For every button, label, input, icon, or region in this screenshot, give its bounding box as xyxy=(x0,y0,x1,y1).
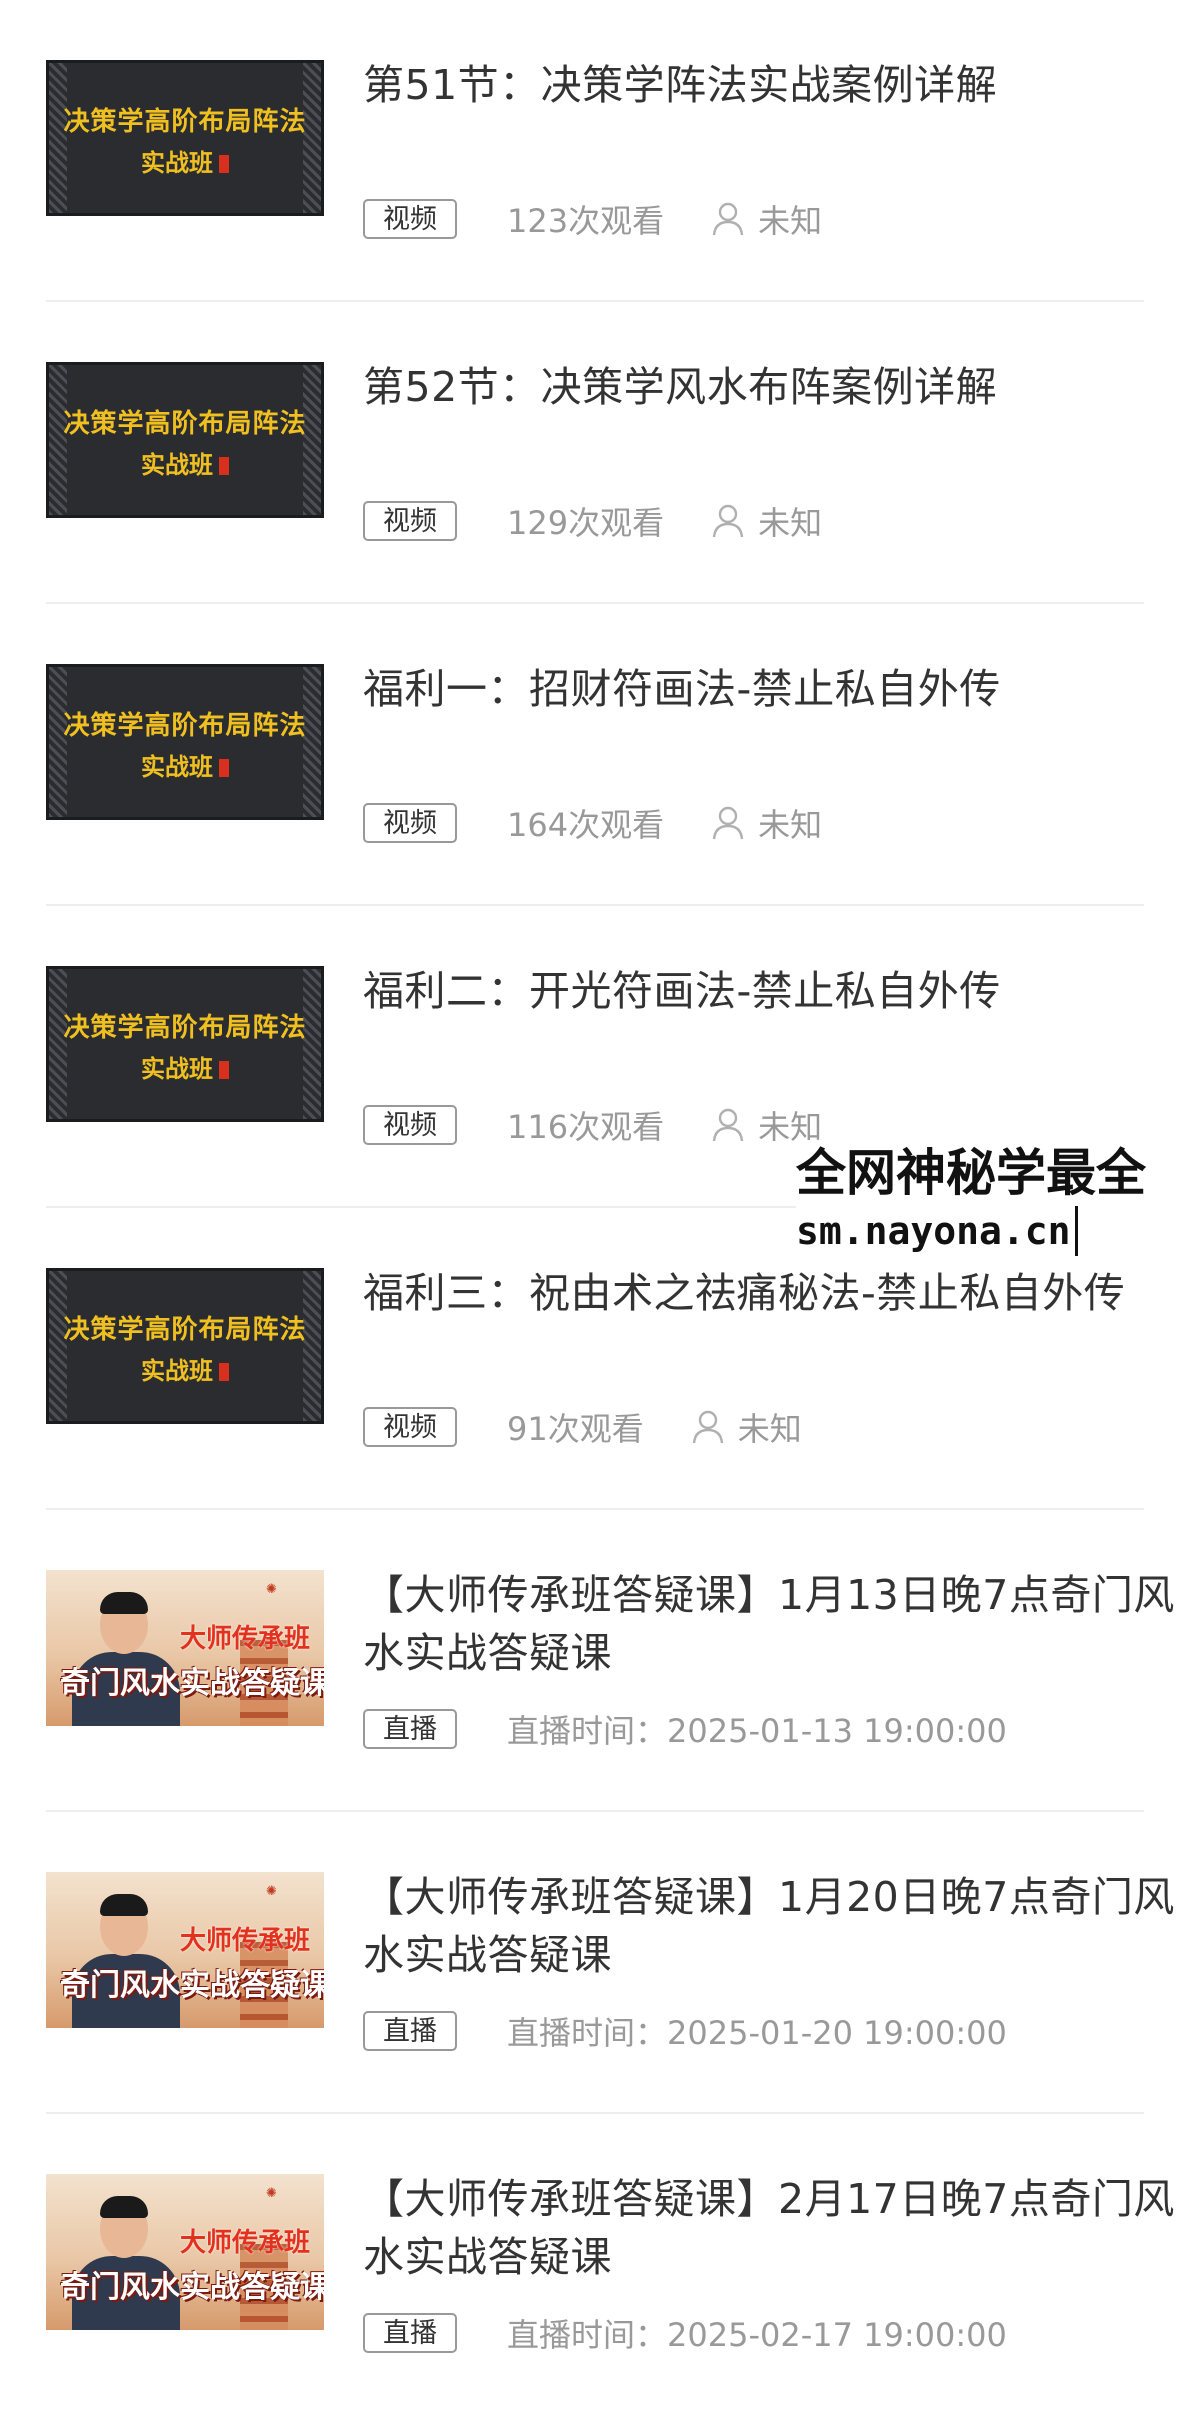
author-name: 未知 xyxy=(758,504,823,542)
type-badge: 直播 xyxy=(363,1709,457,1749)
instructor-photo xyxy=(66,1888,184,2028)
list-item[interactable]: ✺ 大师传承班 奇门风水实战答疑课 【大师传承班答疑课】2月17日晚7点奇门风水… xyxy=(46,2114,1174,2416)
course-title[interactable]: 【大师传承班答疑课】2月17日晚7点奇门风水实战答疑课 xyxy=(363,2170,1183,2286)
meta-row: 直播 直播时间：2025-01-13 19:00:00 xyxy=(363,1708,1007,1750)
course-title[interactable]: 福利三：祝由术之祛痛秘法-禁止私自外传 xyxy=(363,1264,1183,1322)
ornament-border xyxy=(303,667,321,817)
course-title[interactable]: 福利二：开光符画法-禁止私自外传 xyxy=(363,962,1183,1020)
logo-icon: ✺ xyxy=(266,1582,277,1597)
ornament-border xyxy=(49,365,67,515)
author-info: 未知 xyxy=(712,800,822,846)
author-info: 未知 xyxy=(712,196,822,242)
view-count: 129次观看 xyxy=(507,504,665,542)
live-time: 直播时间：2025-01-20 19:00:00 xyxy=(507,2014,1007,2052)
thumbnail-subtitle: 实战班 xyxy=(49,747,321,782)
course-title[interactable]: 福利一：招财符画法-禁止私自外传 xyxy=(363,660,1183,718)
user-icon xyxy=(692,1410,723,1444)
type-badge: 直播 xyxy=(363,2313,457,2353)
meta-row: 视频 116次观看 未知 xyxy=(363,1104,822,1146)
course-title[interactable]: 【大师传承班答疑课】1月20日晚7点奇门风水实战答疑课 xyxy=(363,1868,1183,1984)
user-icon xyxy=(712,1108,744,1142)
course-title[interactable]: 第51节：决策学阵法实战案例详解 xyxy=(363,56,1183,114)
meta-row: 视频 129次观看 未知 xyxy=(363,500,822,542)
course-thumbnail[interactable]: ✺ 大师传承班 奇门风水实战答疑课 xyxy=(46,1570,324,1726)
instructor-photo xyxy=(66,1586,184,1726)
thumbnail-title: 大师传承班 xyxy=(179,1624,310,1654)
list-item[interactable]: ✺ 大师传承班 奇门风水实战答疑课 【大师传承班答疑课】1月20日晚7点奇门风水… xyxy=(46,1812,1174,2114)
thumbnail-subtitle: 实战班 xyxy=(49,143,321,178)
logo-icon: ✺ xyxy=(266,1884,277,1899)
course-thumbnail[interactable]: 决策学高阶布局阵法 实战班 xyxy=(46,362,324,518)
thumbnail-title: 决策学高阶布局阵法 xyxy=(63,409,307,439)
ornament-border xyxy=(303,969,321,1119)
watermark-overlay: 全网神秘学最全 sm.nayona.cn xyxy=(796,1140,1200,1256)
instructor-photo xyxy=(66,2190,184,2330)
thumbnail-title: 大师传承班 xyxy=(179,1926,310,1956)
type-badge: 视频 xyxy=(363,803,457,843)
course-thumbnail[interactable]: 决策学高阶布局阵法 实战班 xyxy=(46,664,324,820)
type-badge: 视频 xyxy=(363,1407,457,1447)
ornament-border xyxy=(49,969,67,1119)
view-count: 164次观看 xyxy=(507,806,665,844)
logo-icon: ✺ xyxy=(266,2186,277,2201)
author-name: 未知 xyxy=(758,806,823,844)
author-name: 未知 xyxy=(758,202,823,240)
type-badge: 直播 xyxy=(363,2011,457,2051)
ornament-border xyxy=(303,1271,321,1421)
ornament-border xyxy=(49,667,67,817)
thumbnail-subtitle: 实战班 xyxy=(49,1049,321,1084)
live-time: 直播时间：2025-01-13 19:00:00 xyxy=(507,1712,1007,1750)
list-item[interactable]: 决策学高阶布局阵法 实战班 第52节：决策学风水布阵案例详解 视频 129次观看… xyxy=(46,302,1144,604)
author-info: 未知 xyxy=(692,1404,802,1450)
ornament-border xyxy=(303,63,321,213)
user-icon xyxy=(712,504,744,538)
type-badge: 视频 xyxy=(363,501,457,541)
view-count: 123次观看 xyxy=(507,202,665,240)
course-title[interactable]: 第52节：决策学风水布阵案例详解 xyxy=(363,358,1183,416)
thumbnail-subtitle: 奇门风水实战答疑课 xyxy=(60,1666,324,1701)
ornament-border xyxy=(49,1271,67,1421)
meta-row: 直播 直播时间：2025-02-17 19:00:00 xyxy=(363,2312,1007,2354)
seal-icon xyxy=(219,1061,229,1079)
thumbnail-subtitle: 奇门风水实战答疑课 xyxy=(60,1968,324,2003)
seal-icon xyxy=(219,1363,229,1381)
meta-row: 直播 直播时间：2025-01-20 19:00:00 xyxy=(363,2010,1007,2052)
thumbnail-title: 大师传承班 xyxy=(179,2228,310,2258)
meta-row: 视频 164次观看 未知 xyxy=(363,802,822,844)
course-thumbnail[interactable]: ✺ 大师传承班 奇门风水实战答疑课 xyxy=(46,1872,324,2028)
view-count: 91次观看 xyxy=(507,1410,644,1448)
view-count: 116次观看 xyxy=(507,1108,665,1146)
seal-icon xyxy=(219,457,229,475)
author-info: 未知 xyxy=(712,498,822,544)
user-icon xyxy=(712,202,744,236)
list-item[interactable]: 决策学高阶布局阵法 实战班 福利一：招财符画法-禁止私自外传 视频 164次观看… xyxy=(46,604,1144,906)
live-time: 直播时间：2025-02-17 19:00:00 xyxy=(507,2316,1007,2354)
type-badge: 视频 xyxy=(363,199,457,239)
meta-row: 视频 123次观看 未知 xyxy=(363,198,822,240)
thumbnail-subtitle: 奇门风水实战答疑课 xyxy=(60,2270,324,2305)
thumbnail-subtitle: 实战班 xyxy=(49,445,321,480)
course-thumbnail[interactable]: 决策学高阶布局阵法 实战班 xyxy=(46,966,324,1122)
list-item[interactable]: 决策学高阶布局阵法 实战班 第51节：决策学阵法实战案例详解 视频 123次观看… xyxy=(46,0,1144,302)
type-badge: 视频 xyxy=(363,1105,457,1145)
meta-row: 视频 91次观看 未知 xyxy=(363,1406,802,1448)
ornament-border xyxy=(303,365,321,515)
seal-icon xyxy=(219,759,229,777)
user-icon xyxy=(712,806,744,840)
course-thumbnail[interactable]: 决策学高阶布局阵法 实战班 xyxy=(46,1268,324,1424)
ornament-border xyxy=(49,63,67,213)
watermark-url: sm.nayona.cn xyxy=(796,1206,1078,1256)
thumbnail-title: 决策学高阶布局阵法 xyxy=(63,107,307,137)
thumbnail-subtitle: 实战班 xyxy=(49,1351,321,1386)
thumbnail-title: 决策学高阶布局阵法 xyxy=(63,711,307,741)
author-name: 未知 xyxy=(737,1410,802,1448)
watermark-text: 全网神秘学最全 xyxy=(796,1144,1146,1202)
seal-icon xyxy=(219,155,229,173)
thumbnail-title: 决策学高阶布局阵法 xyxy=(63,1013,307,1043)
thumbnail-title: 决策学高阶布局阵法 xyxy=(63,1315,307,1345)
course-thumbnail[interactable]: ✺ 大师传承班 奇门风水实战答疑课 xyxy=(46,2174,324,2330)
course-title[interactable]: 【大师传承班答疑课】1月13日晚7点奇门风水实战答疑课 xyxy=(363,1566,1183,1682)
course-thumbnail[interactable]: 决策学高阶布局阵法 实战班 xyxy=(46,60,324,216)
list-item[interactable]: ✺ 大师传承班 奇门风水实战答疑课 【大师传承班答疑课】1月13日晚7点奇门风水… xyxy=(46,1510,1174,1812)
